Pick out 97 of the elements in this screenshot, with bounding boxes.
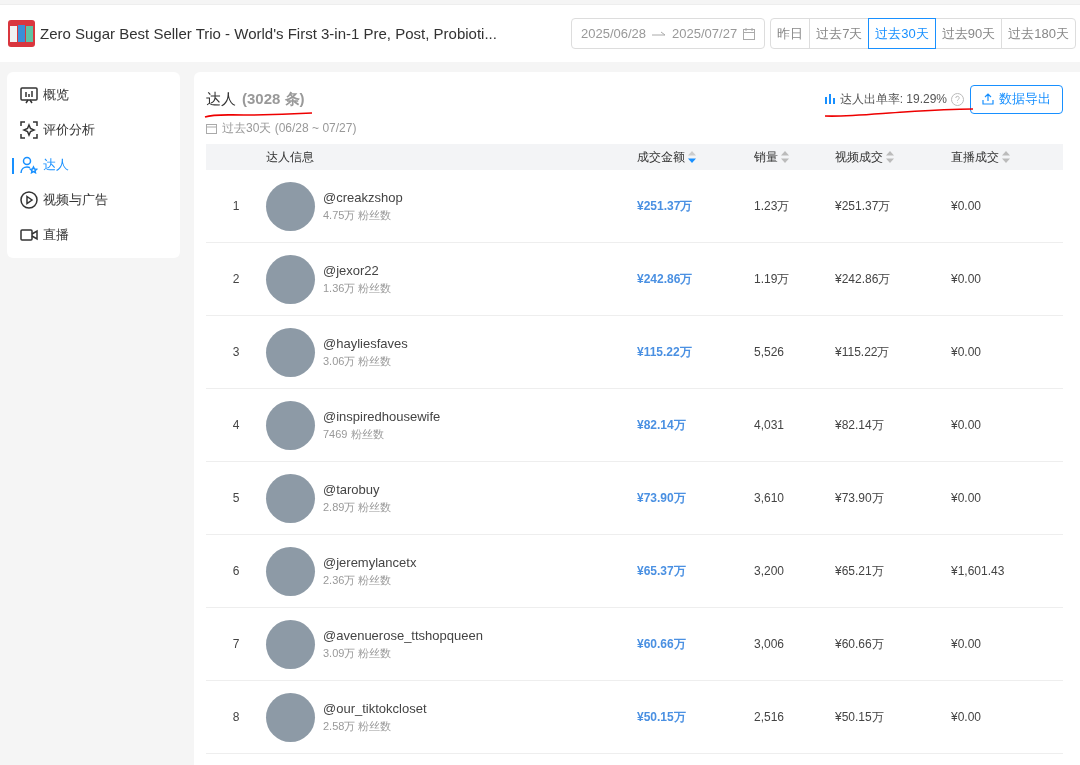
table-cell: ¥0.00	[951, 199, 982, 213]
table-cell: ¥242.86万	[637, 270, 693, 288]
sort-icon[interactable]	[886, 151, 894, 163]
table-cell: ¥242.86万	[835, 270, 891, 288]
follower-count: 3.09万 粉丝数	[323, 645, 393, 661]
follower-count: 3.06万 粉丝数	[323, 353, 393, 369]
table-cell: ¥60.66万	[637, 635, 686, 653]
table-cell: ¥0.00	[951, 710, 982, 724]
follower-count: 2.89万 粉丝数	[323, 499, 392, 515]
avatar-placeholder	[266, 692, 315, 742]
creator-handle[interactable]: @creakzshop	[323, 189, 403, 205]
product-title: Zero Sugar Best Seller Trio - World's First 3-in-1 Pre, Post, Probioti...	[40, 25, 498, 42]
active-indicator	[12, 157, 14, 174]
follower-count: 1.36万 粉丝数	[323, 280, 392, 296]
play-circle-icon	[20, 190, 38, 209]
sort-icon[interactable]	[1002, 151, 1010, 163]
column-header[interactable]: 成交金额	[637, 148, 685, 166]
column-header[interactable]: 销量	[754, 148, 778, 166]
user-star-icon	[20, 156, 38, 174]
rank-number: 5	[232, 491, 240, 505]
creator-handle[interactable]: @jeremylancetx	[323, 554, 417, 570]
rank-number: 6	[232, 564, 240, 578]
follower-count: 7469 粉丝数	[323, 426, 385, 442]
table-cell: ¥0.00	[951, 418, 982, 432]
avatar-placeholder	[266, 619, 315, 669]
rank-number: 8	[232, 710, 240, 724]
table-cell: ¥115.22万	[835, 343, 890, 361]
avatar-placeholder	[266, 400, 315, 450]
table-cell: ¥65.37万	[637, 562, 686, 580]
column-header: 达人信息	[266, 148, 314, 166]
rank-number: 7	[232, 637, 240, 651]
sidebar-item[interactable]: 视频与广告	[7, 182, 180, 218]
table-cell: 1.23万	[754, 197, 790, 215]
creator-handle[interactable]: @jexor22	[323, 262, 392, 278]
sort-icon[interactable]	[688, 151, 696, 163]
table-cell: ¥60.66万	[835, 635, 884, 653]
period-note: 过去30天 (06/28 ~ 07/27)	[222, 120, 357, 137]
column-header[interactable]: 视频成交	[835, 148, 883, 166]
table-cell: ¥65.21万	[835, 562, 884, 580]
table-cell: ¥73.90万	[835, 489, 884, 507]
help-icon[interactable]	[951, 92, 964, 106]
avatar-placeholder	[266, 546, 315, 596]
table-cell: ¥0.00	[951, 637, 982, 651]
table-cell: ¥82.14万	[835, 416, 884, 434]
panel-title: 达人	[206, 89, 236, 109]
calendar-icon	[206, 123, 217, 134]
follower-count: 4.75万 粉丝数	[323, 207, 393, 223]
period-tab[interactable]: 过去90天	[934, 18, 1003, 49]
creator-handle[interactable]: @inspiredhousewife	[323, 408, 441, 424]
sidebar-item[interactable]: 概览	[7, 78, 180, 113]
table-cell: ¥50.15万	[835, 708, 884, 726]
table-cell: ¥115.22万	[637, 343, 692, 361]
table-cell: 3,006	[754, 637, 785, 651]
column-header[interactable]: 直播成交	[951, 148, 999, 166]
creator-count: (3028 条)	[242, 89, 305, 109]
table-cell: 5,526	[754, 345, 785, 359]
bar-chart-icon	[823, 94, 836, 104]
calendar-icon	[743, 27, 756, 40]
table-cell: ¥82.14万	[637, 416, 686, 434]
table-cell: ¥50.15万	[637, 708, 686, 726]
table-cell: 1.19万	[754, 270, 790, 288]
table-cell: ¥0.00	[951, 345, 982, 359]
creator-handle[interactable]: @our_tiktokcloset	[323, 700, 427, 716]
creator-handle[interactable]: @hayliesfaves	[323, 335, 408, 351]
avatar-placeholder	[266, 254, 315, 304]
rank-number: 4	[232, 418, 240, 432]
table-cell: ¥0.00	[951, 491, 982, 505]
conversion-rate: 达人出单率: 19.29%	[839, 90, 947, 108]
upload-icon	[982, 93, 994, 105]
table-cell: ¥73.90万	[637, 489, 686, 507]
table-cell: ¥251.37万	[637, 197, 693, 215]
follower-count: 2.58万 粉丝数	[323, 718, 393, 734]
avatar-placeholder	[266, 327, 315, 377]
follower-count: 2.36万 粉丝数	[323, 572, 393, 588]
avatar-placeholder	[266, 473, 315, 523]
sort-icon[interactable]	[781, 151, 789, 163]
sidebar-item[interactable]: 评价分析	[7, 112, 180, 148]
sparkle-frame-icon	[20, 121, 38, 140]
product-thumbnail-icon	[8, 20, 35, 47]
creator-handle[interactable]: @avenuerose_ttshopqueen	[323, 627, 483, 643]
table-cell: ¥251.37万	[835, 197, 891, 215]
creator-handle[interactable]: @tarobuy	[323, 481, 392, 497]
rank-number: 1	[232, 199, 240, 213]
table-cell: ¥1,601.43	[951, 564, 1005, 578]
sidebar-item[interactable]: 直播	[7, 217, 180, 252]
period-tab[interactable]: 昨日	[770, 18, 811, 49]
rank-number: 2	[232, 272, 240, 286]
avatar-placeholder	[266, 181, 315, 231]
table-cell: 3,200	[754, 564, 785, 578]
table-cell: 3,610	[754, 491, 785, 505]
period-tab[interactable]: 过去180天	[1001, 18, 1076, 49]
table-cell: 2,516	[754, 710, 785, 724]
table-cell: 4,031	[754, 418, 785, 432]
period-tab[interactable]: 过去7天	[809, 18, 870, 49]
rank-number: 3	[232, 345, 240, 359]
table-cell: ¥0.00	[951, 272, 982, 286]
chart-board-icon	[20, 86, 38, 105]
